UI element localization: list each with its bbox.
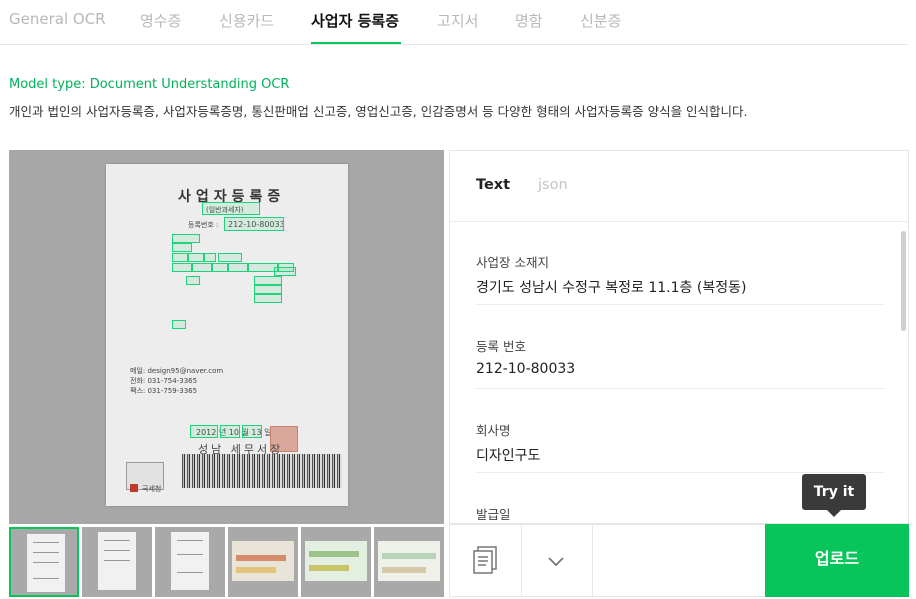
barcode <box>182 454 342 488</box>
ocr-box <box>172 234 200 243</box>
chevron-down-icon <box>547 553 565 572</box>
field-label: 등록 번호 <box>476 339 526 354</box>
tab-business-card[interactable]: 명함 <box>515 10 543 31</box>
document-preview: 사업자등록증 (일반과세자) 등록번호 : 212-10-80033 메일: d… <box>9 150 444 524</box>
ocr-box <box>192 263 212 272</box>
ocr-type-tabs: General OCR 영수증 신용카드 사업자 등록증 고지서 명함 신분증 <box>0 0 908 45</box>
thumbnail-5[interactable] <box>301 527 371 597</box>
thumb-card <box>378 541 440 581</box>
tooltip-arrow <box>827 510 841 517</box>
tab-credit-card[interactable]: 신용카드 <box>219 10 274 31</box>
field-value: 212-10-80033 <box>476 361 576 377</box>
ocr-box <box>190 425 218 438</box>
doc-email: 메일: design95@naver.com <box>130 367 224 375</box>
doc-logo-text: 국세청 <box>142 485 162 493</box>
field-company-name: 회사명 디자인구도 <box>476 389 884 473</box>
tab-business-registration[interactable]: 사업자 등록증 <box>311 10 399 31</box>
ocr-box <box>172 320 186 329</box>
result-tabs: Text json <box>450 151 908 222</box>
model-type: Model type: Document Understanding OCR <box>9 77 290 92</box>
ocr-box <box>218 253 242 262</box>
ocr-box <box>172 253 188 262</box>
field-value: 디자인구도 <box>476 448 541 464</box>
field-value: 경기도 성남시 수정구 복정로 11.1층 (복정동) <box>476 280 747 296</box>
field-label: 발급일 <box>476 507 511 522</box>
field-address: 사업장 소재지 경기도 성남시 수정구 복정로 11.1층 (복정동) <box>476 221 884 305</box>
doc-phone: 전화: 031-754-3365 <box>130 377 198 385</box>
document-image: 사업자등록증 (일반과세자) 등록번호 : 212-10-80033 메일: d… <box>106 164 348 506</box>
sample-thumbnails <box>9 527 444 597</box>
active-tab-indicator <box>311 42 401 44</box>
doc-reg-label: 등록번호 : <box>188 221 219 229</box>
field-label: 회사명 <box>476 423 511 438</box>
thumbnail-4[interactable] <box>228 527 298 597</box>
thumb-doc <box>27 534 65 592</box>
tab-text[interactable]: Text <box>476 177 510 193</box>
ocr-box <box>242 425 262 438</box>
ocr-box <box>212 263 228 272</box>
thumbnail-3[interactable] <box>155 527 225 597</box>
tab-id-card[interactable]: 신분증 <box>580 10 621 31</box>
tab-general-ocr[interactable]: General OCR <box>9 10 106 28</box>
thumb-doc <box>98 532 136 590</box>
ocr-box <box>188 253 204 262</box>
ocr-box <box>254 285 282 294</box>
ocr-box <box>228 263 248 272</box>
expand-button[interactable] <box>521 525 593 596</box>
try-it-tooltip: Try it <box>802 474 866 510</box>
ocr-box <box>220 425 240 438</box>
view-document-button[interactable] <box>450 525 522 596</box>
ocr-box <box>254 276 282 285</box>
description: 개인과 법인의 사업자등록증, 사업자등록증명, 통신판매업 신고증, 영업신고… <box>9 104 748 119</box>
ocr-box <box>204 253 216 262</box>
field-reg-number: 등록 번호 212-10-80033 <box>476 305 884 389</box>
ocr-box <box>274 267 296 276</box>
ocr-box <box>224 217 284 231</box>
ocr-box <box>172 243 192 252</box>
ocr-box <box>254 294 282 303</box>
thumbnail-6[interactable] <box>374 527 444 597</box>
field-label: 사업장 소재지 <box>476 255 549 270</box>
document-icon <box>473 546 499 578</box>
tab-receipt[interactable]: 영수증 <box>140 10 181 31</box>
upload-button[interactable]: 업로드 <box>765 524 909 597</box>
ocr-box <box>202 202 260 215</box>
result-panel: Text json 사업장 소재지 경기도 성남시 수정구 복정로 11.1층 … <box>449 150 909 524</box>
thumb-card <box>305 541 367 581</box>
tax-office-logo-icon <box>130 484 138 492</box>
thumbnail-1[interactable] <box>9 527 79 597</box>
tab-bill[interactable]: 고지서 <box>437 10 478 31</box>
thumb-doc <box>171 532 209 590</box>
tab-json[interactable]: json <box>538 177 568 193</box>
thumbnail-2[interactable] <box>82 527 152 597</box>
result-scrollbar[interactable] <box>901 231 906 331</box>
doc-fax: 팩스: 031-759-3365 <box>130 387 198 395</box>
ocr-box <box>172 263 192 272</box>
ocr-box <box>186 276 200 285</box>
thumb-card <box>232 541 294 581</box>
